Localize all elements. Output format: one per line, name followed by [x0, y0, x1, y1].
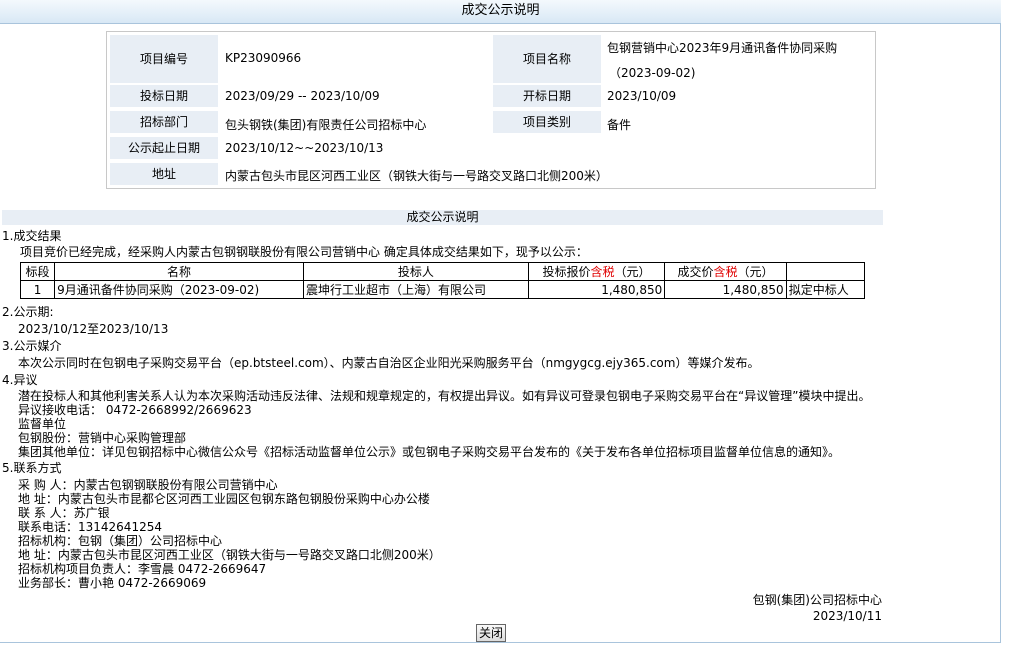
- address-value: 内蒙古包头市昆区河西工业区（钢铁大街与一号路交叉路口北侧200米）: [225, 169, 608, 183]
- contact-line: 地 址：内蒙古包头市昆都仑区河西工业园区包钢东路包钢股份采购中心办公楼: [18, 492, 430, 506]
- contact-heading: 5.联系方式: [2, 461, 62, 475]
- col-seg: 标段: [19, 262, 56, 281]
- section-title: 成交公示说明: [2, 210, 883, 225]
- col-deal: 成交价含税（元）: [664, 262, 787, 281]
- contact-line: 地 址：内蒙古包头市昆区河西工业区（钢铁大街与一号路交叉路口北侧200米）: [18, 548, 441, 562]
- close-button[interactable]: 关闭: [476, 624, 506, 642]
- result-table: 标段 名称 投标人 投标报价含税（元） 成交价含税（元） 1 9月通讯备件协同采…: [19, 262, 866, 299]
- contact-line: 业务部长：曹小艳 0472-2669069: [18, 576, 207, 590]
- signature-org: 包钢(集团)公司招标中心: [752, 593, 882, 607]
- media-heading: 3.公示媒介: [2, 339, 62, 353]
- contact-line: 招标机构项目负责人：李雪晨 0472-2669647: [18, 562, 267, 576]
- row-deal: 1,480,850: [664, 280, 787, 299]
- objection-line3: 监督单位: [18, 417, 67, 431]
- result-table-header: 标段 名称 投标人 投标报价含税（元） 成交价含税（元）: [19, 262, 866, 281]
- row-quote: 1,480,850: [527, 280, 666, 299]
- row-name: 9月通讯备件协同采购（2023-09-02): [54, 280, 304, 299]
- project-no-label: 项目编号: [110, 35, 218, 83]
- objection-heading: 4.异议: [2, 373, 38, 387]
- objection-line4: 包钢股份：营销中心采购管理部: [18, 431, 187, 445]
- media-value: 本次公示同时在包钢电子采购交易平台（ep.btsteel.com）、内蒙古自治区…: [18, 356, 760, 370]
- project-name-line1: 包钢营销中心2023年9月通讯备件协同采购: [607, 41, 838, 55]
- project-info-panel: 项目编号 KP23090966 项目名称 包钢营销中心2023年9月通讯备件协同…: [106, 31, 876, 189]
- notice-period-value: 2023/10/12~~2023/10/13: [225, 141, 384, 155]
- objection-line2: 异议接收电话： 0472-2668992/2669623: [18, 403, 252, 417]
- contact-line: 联系电话：13142641254: [18, 520, 162, 534]
- contact-line: 采 购 人：内蒙古包钢钢联股份有限公司营销中心: [18, 478, 278, 492]
- bid-date-label: 投标日期: [110, 85, 218, 107]
- period-value: 2023/10/12至2023/10/13: [18, 322, 169, 336]
- bid-date-value: 2023/09/29 -- 2023/10/09: [225, 89, 380, 103]
- row-seg: 1: [19, 280, 56, 299]
- project-name-line2: （2023-09-02): [609, 66, 696, 80]
- contact-line: 联 系 人：苏广银: [18, 506, 110, 520]
- objection-line1: 潜在投标人和其他利害关系人认为本次采购活动违反法律、法规和规章规定的，有权提出异…: [18, 389, 871, 403]
- category-label: 项目类别: [493, 111, 601, 133]
- col-bidder: 投标人: [302, 262, 529, 281]
- dept-value: 包头钢铁(集团)有限责任公司招标中心: [225, 118, 427, 132]
- contact-line: 招标机构：包钢（集团）公司招标中心: [18, 534, 223, 548]
- col-name: 名称: [54, 262, 304, 281]
- window-title: 成交公示说明: [0, 0, 1001, 24]
- period-heading: 2.公示期:: [2, 305, 54, 319]
- table-row: 1 9月通讯备件协同采购（2023-09-02) 震坤行工业超市（上海）有限公司…: [19, 280, 866, 299]
- address-label: 地址: [110, 163, 218, 185]
- row-bidder: 震坤行工业超市（上海）有限公司: [302, 280, 529, 299]
- row-status: 拟定中标人: [785, 280, 866, 299]
- notice-period-label: 公示起止日期: [110, 137, 218, 159]
- col-status: [785, 262, 866, 281]
- project-name-label: 项目名称: [493, 35, 601, 83]
- objection-line5: 集团其他单位：详见包钢招标中心微信公众号《招标活动监督单位公示》或包钢电子采购交…: [18, 445, 841, 459]
- col-quote: 投标报价含税（元）: [527, 262, 666, 281]
- open-date-value: 2023/10/09: [607, 89, 677, 103]
- category-value: 备件: [607, 118, 632, 132]
- signature-date: 2023/10/11: [812, 609, 882, 623]
- result-heading: 1.成交结果: [2, 229, 62, 243]
- dept-label: 招标部门: [110, 111, 218, 133]
- result-intro: 项目竞价已经完成，经采购人内蒙古包钢钢联股份有限公司营销中心 确定具体成交结果如…: [20, 245, 588, 259]
- project-no-value: KP23090966: [225, 51, 302, 65]
- open-date-label: 开标日期: [493, 85, 601, 107]
